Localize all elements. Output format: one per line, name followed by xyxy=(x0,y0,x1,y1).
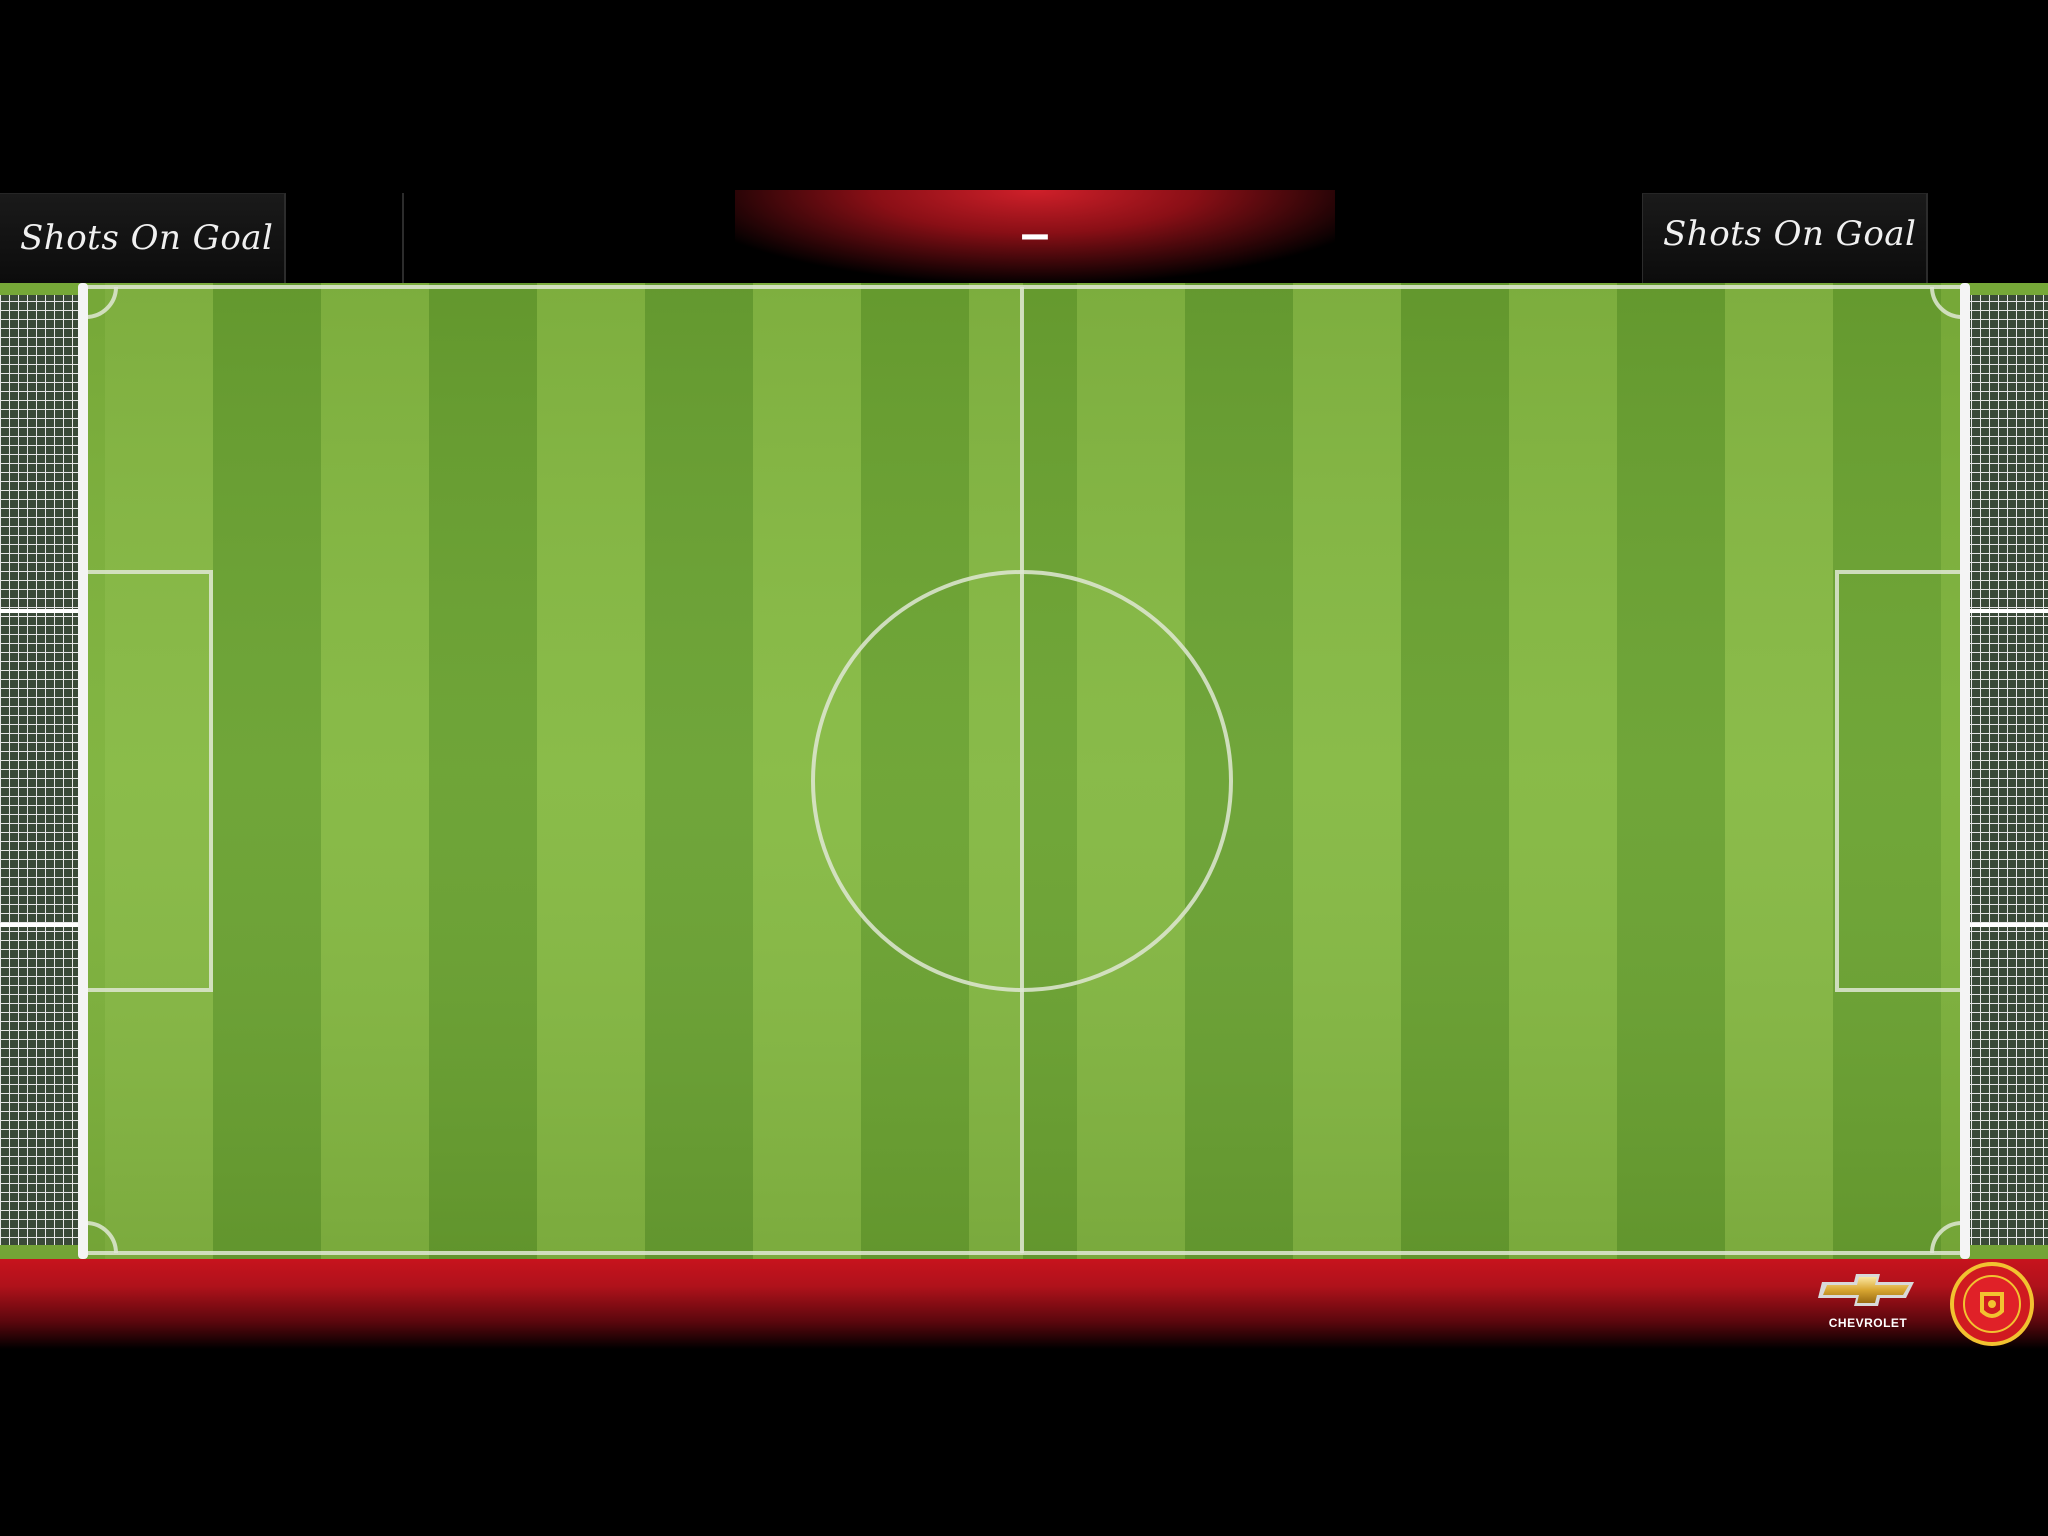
goal-net-left-icon xyxy=(0,295,80,1245)
shots-on-goal-label-right: Shots On Goal xyxy=(1663,214,1917,254)
manchester-united-crest-icon xyxy=(1950,1262,2034,1346)
chevrolet-bowtie-icon xyxy=(1818,1274,1914,1306)
bottom-red-bar xyxy=(0,1259,2048,1349)
football-pitch[interactable] xyxy=(0,283,2048,1259)
pitch-graphic xyxy=(0,283,2048,1259)
shots-on-goal-panel-left[interactable]: Shots On Goal xyxy=(0,193,286,283)
shots-count-slot-right xyxy=(1928,193,2046,283)
score-separator: – xyxy=(1020,205,1050,263)
shots-on-goal-label-left: Shots On Goal xyxy=(20,218,274,258)
shots-count-slot-left xyxy=(286,193,404,283)
shots-on-goal-panel-right[interactable]: Shots On Goal xyxy=(1642,193,1928,283)
chevrolet-wordmark: CHEVROLET xyxy=(1828,1316,1908,1330)
goal-post-right xyxy=(1960,283,1970,1259)
goal-post-left xyxy=(78,283,88,1259)
chevrolet-logo: CHEVROLET xyxy=(1818,1268,1918,1334)
goal-net-right-icon xyxy=(1968,295,2048,1245)
